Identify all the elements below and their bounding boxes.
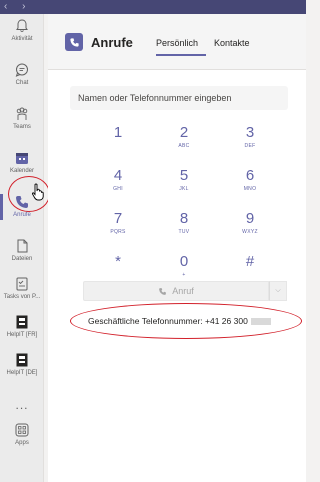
calls-panel: Anrufe Persönlich Kontakte 1 2 ABC 3 DEF 4… bbox=[48, 14, 306, 482]
dialpad-digit: 1 bbox=[113, 124, 123, 141]
dialpad-letters: ABC bbox=[178, 143, 190, 149]
dialpad-digit: * bbox=[115, 253, 121, 270]
dialpad-letters: TUV bbox=[178, 229, 190, 235]
dialpad-letters: PQRS bbox=[110, 229, 126, 235]
file-icon bbox=[17, 239, 28, 253]
rail-item-helpit-fr[interactable]: HelpIT [FR] bbox=[0, 310, 44, 352]
dialpad-letters: GHI bbox=[113, 186, 123, 192]
dialpad-key-2[interactable]: 2 ABC bbox=[158, 124, 210, 160]
rail-item-label: HelpIT [DE] bbox=[6, 370, 38, 376]
call-button[interactable]: Anruf bbox=[83, 281, 269, 301]
dialpad-digit: 4 bbox=[113, 167, 123, 184]
dialpad-digit: 3 bbox=[245, 124, 255, 141]
rail-item-label: Apps bbox=[15, 440, 29, 446]
dialpad-key-5[interactable]: 5 JKL bbox=[158, 167, 210, 203]
rail-item-kalender[interactable]: Kalender bbox=[0, 146, 44, 188]
tasks-icon bbox=[16, 277, 28, 291]
rail-item-dateien[interactable]: Dateien bbox=[0, 234, 44, 276]
search-input[interactable] bbox=[70, 86, 288, 110]
dialpad-digit: 6 bbox=[245, 167, 255, 184]
rail-item-label: HelpIT [FR] bbox=[6, 332, 38, 338]
page-title: Anrufe bbox=[91, 35, 133, 50]
more-apps-icon[interactable]: ... bbox=[0, 398, 44, 412]
rail-item-teams[interactable]: Teams bbox=[0, 102, 44, 144]
tab-active-underline bbox=[156, 54, 206, 56]
dialpad-digit: # bbox=[245, 253, 255, 270]
calendar-icon bbox=[16, 153, 28, 164]
title-bar: ‹ › bbox=[0, 0, 306, 14]
helpit-icon bbox=[16, 353, 28, 367]
rail-item-chat[interactable]: Chat bbox=[0, 58, 44, 100]
rail-item-label: Tasks von P... bbox=[3, 294, 41, 300]
dialpad-letters: DEF bbox=[244, 143, 256, 149]
calls-header: Anrufe Persönlich Kontakte bbox=[48, 14, 306, 70]
rail-item-apps[interactable]: Apps bbox=[0, 418, 44, 460]
call-button-label: Anruf bbox=[172, 286, 194, 296]
dialpad-digit: 2 bbox=[179, 124, 189, 141]
dialpad-key-3[interactable]: 3 DEF bbox=[224, 124, 276, 160]
dialpad-digit: 0 bbox=[179, 253, 189, 270]
dialpad-key-1[interactable]: 1 bbox=[92, 124, 144, 160]
helpit-icon bbox=[16, 315, 28, 329]
apps-icon bbox=[15, 423, 29, 437]
phone-icon bbox=[16, 196, 28, 208]
dialpad-key-4[interactable]: 4 GHI bbox=[92, 167, 144, 203]
bell-icon bbox=[16, 19, 28, 32]
hand-cursor-icon bbox=[32, 183, 44, 201]
rail-item-label: Kalender bbox=[9, 168, 35, 174]
dialpad-letters: JKL bbox=[179, 186, 189, 192]
dialpad-letters: WXYZ bbox=[242, 229, 258, 235]
dialpad-key-6[interactable]: 6 MNO bbox=[224, 167, 276, 203]
chevron-down-icon: ⌵ bbox=[275, 287, 281, 294]
rail-item-tasks[interactable]: Tasks von P... bbox=[0, 272, 44, 314]
rail-item-label: Aktivität bbox=[11, 36, 33, 42]
dialpad-key-8[interactable]: 8 TUV bbox=[158, 210, 210, 246]
rail-item-label: Teams bbox=[13, 124, 31, 130]
business-phone-text: Geschäftliche Telefonnummer: +41 26 300 bbox=[88, 316, 248, 326]
rail-item-aktivitaet[interactable]: Aktivität bbox=[0, 14, 44, 56]
dialpad-letters: MNO bbox=[243, 186, 257, 192]
tab-persoenlich[interactable]: Persönlich bbox=[156, 38, 198, 48]
rail-item-helpit-de[interactable]: HelpIT [DE] bbox=[0, 348, 44, 390]
dialpad-digit: 8 bbox=[179, 210, 189, 227]
redacted-digits bbox=[250, 318, 271, 326]
dialpad-digit: 7 bbox=[113, 210, 123, 227]
rail-item-label: Chat bbox=[15, 80, 29, 86]
call-options-dropdown[interactable]: ⌵ bbox=[269, 281, 287, 301]
dialpad-letters: + bbox=[182, 272, 186, 278]
phone-icon bbox=[159, 287, 167, 295]
business-phone-number: Geschäftliche Telefonnummer: +41 26 300 bbox=[88, 316, 271, 326]
rail-item-label: Anrufe bbox=[13, 212, 31, 218]
dialpad-key-9[interactable]: 9 WXYZ bbox=[224, 210, 276, 246]
dialpad-key-7[interactable]: 7 PQRS bbox=[92, 210, 144, 246]
dialpad-digit: 5 bbox=[179, 167, 189, 184]
chat-icon bbox=[15, 63, 28, 77]
phone-icon bbox=[69, 37, 79, 47]
dialpad-digit: 9 bbox=[245, 210, 255, 227]
teams-icon bbox=[16, 107, 28, 120]
app-rail: Aktivität Chat Teams Kalender Anrufe Dat… bbox=[0, 14, 44, 482]
rail-item-label: Dateien bbox=[11, 256, 33, 262]
tab-kontakte[interactable]: Kontakte bbox=[214, 38, 250, 48]
back-forward-icon[interactable]: ‹ › bbox=[4, 1, 31, 12]
calls-app-icon bbox=[65, 33, 83, 51]
